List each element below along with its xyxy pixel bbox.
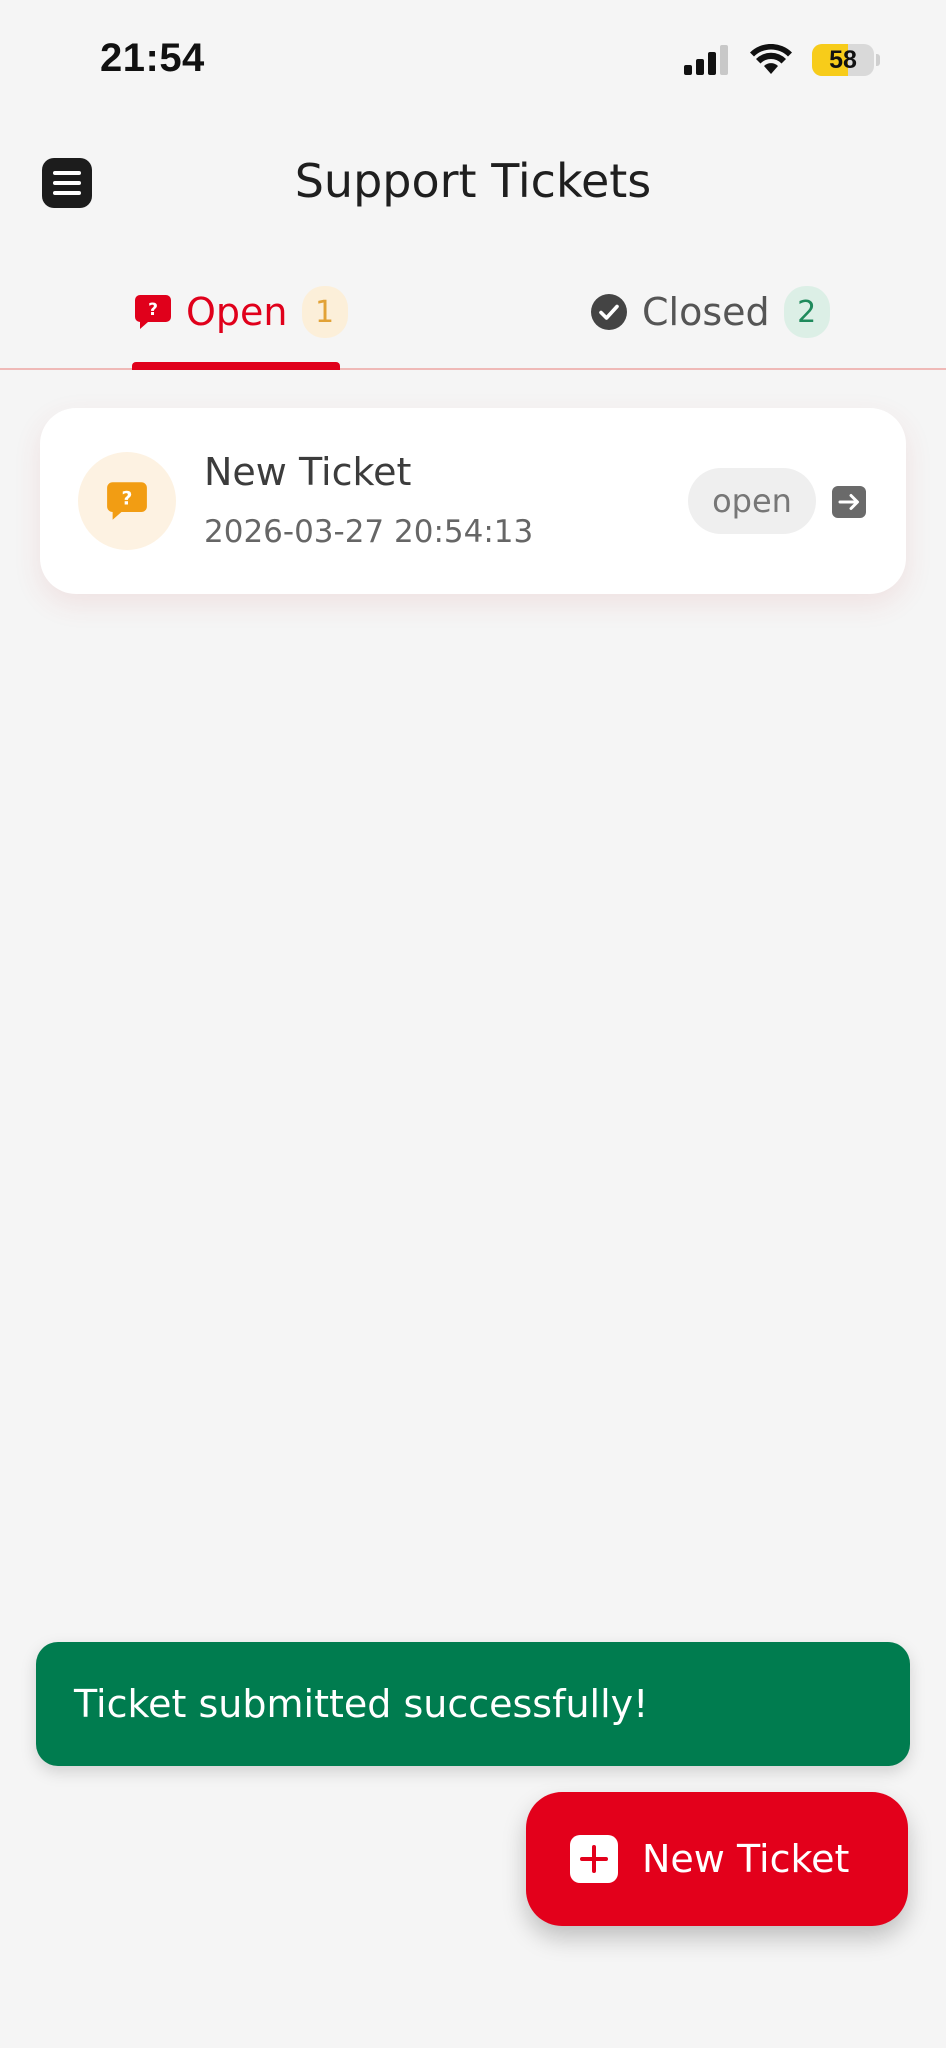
tab-open-label: Open <box>186 290 288 334</box>
question-chat-icon: ? <box>107 482 147 520</box>
tab-open[interactable]: ? Open 1 <box>134 282 348 342</box>
page-title: Support Tickets <box>294 154 652 208</box>
svg-text:?: ? <box>122 488 133 509</box>
ticket-avatar: ? <box>78 452 176 550</box>
ticket-tabs: ? Open 1 Closed 2 <box>0 262 946 370</box>
screen: 21:54 58 Support Tickets ? Open 1 Closed… <box>0 0 946 2048</box>
ticket-date: 2026-03-27 20:54:13 <box>204 514 534 550</box>
tab-open-count-badge: 1 <box>301 286 348 338</box>
check-circle-icon <box>591 294 627 330</box>
wifi-icon <box>750 44 792 74</box>
ticket-title: New Ticket <box>204 450 412 494</box>
cellular-signal-icon <box>684 45 728 75</box>
tab-closed-label: Closed <box>642 290 770 334</box>
active-tab-indicator <box>132 362 340 370</box>
tab-closed[interactable]: Closed 2 <box>590 282 830 342</box>
plus-icon <box>570 1835 618 1883</box>
svg-text:?: ? <box>148 300 158 320</box>
tab-closed-count-badge: 2 <box>783 286 830 338</box>
question-chat-icon: ? <box>135 295 171 329</box>
status-bar: 21:54 58 <box>0 0 946 120</box>
battery-level: 58 <box>829 45 857 74</box>
status-icons: 58 <box>684 44 880 76</box>
status-badge: open <box>688 468 816 534</box>
status-time: 21:54 <box>100 36 205 80</box>
battery-cap <box>876 54 880 66</box>
arrow-right-icon[interactable] <box>832 486 866 518</box>
plus-icon-glyph <box>580 1845 608 1873</box>
success-toast: Ticket submitted successfully! <box>36 1642 910 1766</box>
new-ticket-button-label: New Ticket <box>642 1837 850 1881</box>
app-header: Support Tickets <box>0 140 946 230</box>
battery-indicator: 58 <box>812 44 874 76</box>
toast-message: Ticket submitted successfully! <box>74 1682 649 1726</box>
ticket-card[interactable]: ? New Ticket 2026-03-27 20:54:13 open <box>40 408 906 594</box>
new-ticket-button[interactable]: New Ticket <box>526 1792 908 1926</box>
